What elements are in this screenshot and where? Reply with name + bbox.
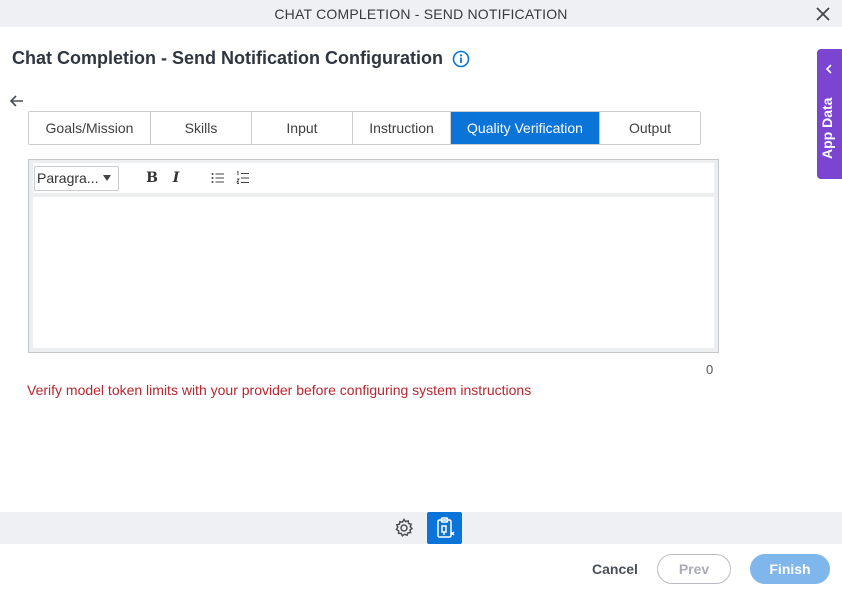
tab-goals-mission[interactable]: Goals/Mission	[29, 112, 151, 144]
finish-button[interactable]: Finish	[750, 554, 830, 584]
character-count: 0	[706, 362, 714, 377]
tab-input[interactable]: Input	[252, 112, 353, 144]
page-heading: Chat Completion - Send Notification Conf…	[12, 48, 470, 69]
italic-button[interactable]: I	[165, 167, 187, 189]
caret-down-icon	[103, 174, 111, 181]
tab-quality-verification[interactable]: Quality Verification	[451, 112, 600, 144]
token-limit-warning: Verify model token limits with your prov…	[27, 382, 532, 398]
rich-text-editor: Paragra... B I	[28, 159, 719, 353]
paragraph-format-value: Paragra...	[37, 170, 99, 186]
numbered-list-icon[interactable]	[232, 167, 254, 189]
bulleted-list-icon[interactable]	[207, 167, 229, 189]
cancel-button[interactable]: Cancel	[585, 554, 645, 584]
tab-bar: Goals/Mission Skills Input Instruction Q…	[28, 111, 701, 145]
paragraph-format-select[interactable]: Paragra...	[34, 165, 119, 191]
gear-icon[interactable]	[393, 517, 415, 539]
title-bar: CHAT COMPLETION - SEND NOTIFICATION	[0, 0, 842, 27]
app-data-label: App Data	[819, 97, 835, 159]
prev-button[interactable]: Prev	[657, 554, 731, 584]
bottom-toolbar	[0, 512, 842, 544]
bold-button[interactable]: B	[141, 167, 163, 189]
info-icon[interactable]	[452, 50, 470, 68]
tab-output[interactable]: Output	[600, 112, 700, 144]
tab-skills[interactable]: Skills	[151, 112, 252, 144]
chevron-left-icon	[825, 61, 833, 79]
page-title: Chat Completion - Send Notification Conf…	[12, 48, 443, 68]
editor-text-area[interactable]	[33, 197, 714, 348]
clipboard-icon[interactable]	[427, 512, 462, 544]
tab-instruction[interactable]: Instruction	[353, 112, 451, 144]
close-icon[interactable]	[812, 3, 834, 25]
window-title: CHAT COMPLETION - SEND NOTIFICATION	[274, 5, 568, 22]
editor-toolbar: Paragra... B I	[33, 163, 714, 193]
app-data-panel-toggle[interactable]: App Data	[817, 49, 842, 179]
back-arrow-icon[interactable]	[8, 92, 26, 110]
